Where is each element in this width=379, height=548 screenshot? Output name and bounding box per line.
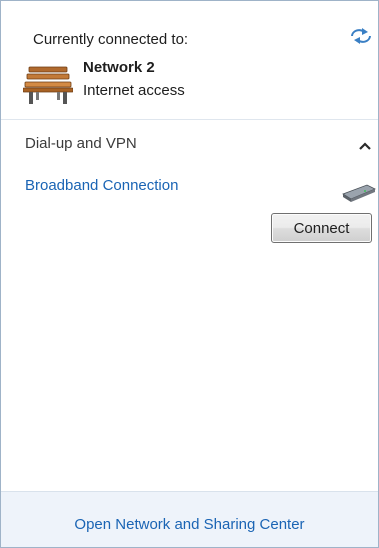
footer-bar: Open Network and Sharing Center: [1, 491, 378, 547]
refresh-icon[interactable]: [349, 27, 373, 45]
network-access-status: Internet access: [83, 82, 185, 99]
current-connection-section: Currently connected to: Network 2 Intern…: [1, 1, 378, 123]
bench-network-icon: [23, 66, 73, 104]
currently-connected-label: Currently connected to:: [33, 31, 189, 48]
broadband-connection-row[interactable]: Broadband Connection: [1, 171, 378, 205]
chevron-up-icon[interactable]: [358, 141, 372, 151]
network-name: Network 2: [83, 59, 155, 76]
open-network-sharing-center-link[interactable]: Open Network and Sharing Center: [1, 516, 378, 533]
modem-icon: [342, 184, 376, 202]
connect-button[interactable]: Connect: [271, 213, 372, 243]
dialup-vpn-title: Dial-up and VPN: [25, 135, 137, 152]
dialup-vpn-section-header[interactable]: Dial-up and VPN: [1, 127, 378, 159]
network-flyout-panel: Currently connected to: Network 2 Intern…: [0, 0, 379, 548]
section-divider: [1, 119, 378, 120]
broadband-connection-link[interactable]: Broadband Connection: [25, 177, 178, 194]
